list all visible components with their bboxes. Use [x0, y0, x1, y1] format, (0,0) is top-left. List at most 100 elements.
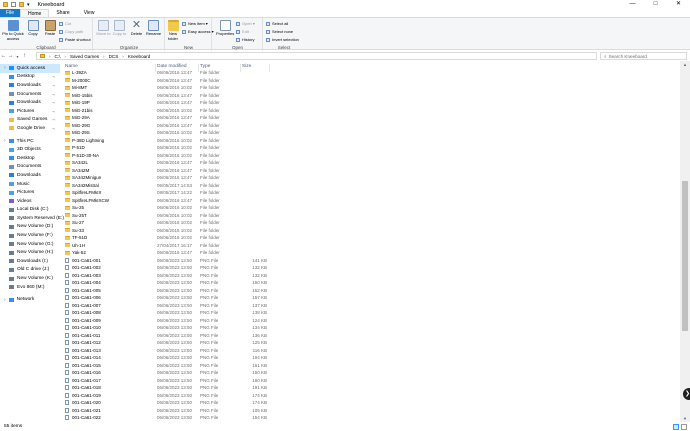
nav-item[interactable]: Downloads	[0, 171, 60, 180]
file-row[interactable]: 001-Ca61-012 06/06/2023 13:50 PNG File 125 …	[61, 339, 661, 347]
scroll-down-icon[interactable]: ▼	[680, 416, 690, 421]
paste-button[interactable]: Paste	[42, 20, 58, 37]
file-row[interactable]: MiG-21bis 06/06/2016 10:02 File folder	[61, 107, 661, 115]
up-arrow-icon[interactable]: ↑	[21, 53, 28, 59]
file-row[interactable]: 001-Ca61-010 06/06/2023 13:50 PNG File 134 …	[61, 324, 661, 332]
history-button[interactable]: History	[236, 37, 254, 42]
file-row[interactable]: 001-Ca61-003 06/06/2023 13:50 PNG File 132 …	[61, 272, 661, 280]
nav-item[interactable]: Downloads (I:)	[0, 257, 60, 266]
nav-item[interactable]: New Volume (K:)	[0, 274, 60, 283]
file-row[interactable]: 001-Ca61-005 06/06/2023 13:50 PNG File 152 …	[61, 287, 661, 295]
file-row[interactable]: 001-Ca61-017 06/06/2023 13:50 PNG File 160 …	[61, 377, 661, 385]
breadcrumb-separator-icon[interactable]: ›	[49, 54, 51, 59]
nav-item[interactable]: New Volume (F:)	[0, 231, 60, 240]
file-row[interactable]: 001-Ca61-016 06/06/2023 13:50 PNG File 150 …	[61, 369, 661, 377]
breadcrumb-separator-icon[interactable]: ›	[103, 54, 105, 59]
rename-button[interactable]: Rename	[145, 20, 162, 37]
nav-item[interactable]: 3D Objects	[0, 145, 60, 154]
breadcrumb-c[interactable]: C:\	[55, 54, 61, 59]
new-folder-icon[interactable]	[19, 2, 24, 7]
tab-view[interactable]: View	[77, 9, 102, 17]
move-to-button[interactable]: Move to	[96, 20, 111, 37]
open-button[interactable]: Open ▾	[236, 21, 255, 26]
invert-selection-button[interactable]: Invert selection	[266, 37, 299, 42]
nav-item[interactable]: Local Disk (C:)	[0, 206, 60, 215]
file-row[interactable]: SA342Minigun 06/06/2016 13:47 File folder	[61, 174, 661, 182]
forward-arrow-icon[interactable]: →	[7, 53, 14, 59]
new-folder-button[interactable]: New folder	[166, 20, 180, 41]
easy-access-button[interactable]: Easy access ▾	[182, 29, 214, 34]
nav-item[interactable]: Downloads ⊸	[0, 81, 60, 90]
file-row[interactable]: P-51D 06/06/2016 10:02 File folder	[61, 144, 661, 152]
file-row[interactable]: 001-Ca61-022 06/06/2023 13:50 PNG File 154 …	[61, 414, 661, 422]
new-item-button[interactable]: New item ▾	[182, 21, 208, 26]
file-row[interactable]: 001-Ca61-007 06/06/2023 13:50 PNG File 137 …	[61, 302, 661, 310]
file-row[interactable]: 001-Ca61-002 06/06/2023 13:50 PNG File 132 …	[61, 264, 661, 272]
nav-item[interactable]: Old C drive (J:)	[0, 266, 60, 275]
properties-button[interactable]: Properties	[216, 20, 234, 37]
file-row[interactable]: Su-25 06/06/2016 10:02 File folder	[61, 204, 661, 212]
file-row[interactable]: Su-25T 06/06/2016 10:02 File folder	[61, 212, 661, 220]
nav-item[interactable]: New Volume (D:)	[0, 223, 60, 232]
file-row[interactable]: 001-Ca61-013 06/06/2023 13:50 PNG File 116 …	[61, 347, 661, 355]
expand-chevron-icon[interactable]: ›	[4, 138, 6, 144]
file-row[interactable]: 001-Ca61-009 06/06/2023 13:50 PNG File 124 …	[61, 317, 661, 325]
address-bar[interactable]: › C:\ › Saved Games › DCS › Kneeboard	[36, 52, 597, 60]
file-row[interactable]: SA342L 06/06/2016 13:47 File folder	[61, 159, 661, 167]
recent-locations-icon[interactable]: ▾	[14, 54, 21, 59]
edit-button[interactable]: Edit	[236, 29, 249, 34]
file-row[interactable]: P-51D-30-NA 06/06/2016 10:02 File folder	[61, 152, 661, 160]
nav-item[interactable]: › Network	[0, 295, 60, 304]
nav-item[interactable]: Music	[0, 180, 60, 189]
file-row[interactable]: MiG-29G 06/06/2016 13:47 File folder	[61, 122, 661, 130]
nav-item[interactable]: Pictures	[0, 188, 60, 197]
file-row[interactable]: Mi-8MT 06/06/2016 10:02 File folder	[61, 84, 661, 92]
file-row[interactable]: M-2000C 06/06/2016 13:47 File folder	[61, 77, 661, 85]
search-box[interactable]: ⌕ Search Kneeboard	[600, 52, 687, 60]
expand-chevron-icon[interactable]: ›	[4, 65, 6, 71]
file-row[interactable]: 001-Ca61-019 06/06/2023 13:50 PNG File 174 …	[61, 392, 661, 400]
nav-item[interactable]: Saved Games ⊸	[0, 116, 60, 125]
copy-to-button[interactable]: Copy to	[112, 20, 127, 37]
file-row[interactable]: Yak-52 06/06/2016 13:47 File folder	[61, 249, 661, 257]
paste-shortcut-button[interactable]: Paste shortcut	[59, 37, 91, 42]
file-row[interactable]: L-39ZA 06/06/2016 13:47 File folder	[61, 69, 661, 77]
minimize-button[interactable]: —	[621, 0, 644, 9]
file-row[interactable]: Su-33 06/06/2016 10:02 File folder	[61, 227, 661, 235]
file-row[interactable]: 001-Ca61-021 06/06/2023 13:50 PNG File 105 …	[61, 407, 661, 415]
file-row[interactable]: MiG-15bis 06/06/2016 13:47 File folder	[61, 92, 661, 100]
maximize-button[interactable]: □	[644, 0, 667, 9]
nav-item[interactable]: Pictures ⊸	[0, 107, 60, 116]
file-row[interactable]: 001-Ca61-018 06/06/2023 13:50 PNG File 191 …	[61, 384, 661, 392]
close-button[interactable]: ✕	[667, 0, 690, 9]
nav-item[interactable]: Documents	[0, 163, 60, 172]
file-row[interactable]: SpitfireLFMkIX 08/05/2017 14:22 File folde…	[61, 189, 661, 197]
file-row[interactable]: P-38D Lightning 06/06/2016 10:02 File fold…	[61, 137, 661, 145]
file-row[interactable]: 001-Ca61-006 06/06/2023 13:50 PNG File 157 …	[61, 294, 661, 302]
file-row[interactable]: 001-Ca61-011 06/06/2023 13:50 PNG File 136 …	[61, 332, 661, 340]
file-row[interactable]: MiG-29S 06/06/2016 10:02 File folder	[61, 129, 661, 137]
breadcrumb-separator-icon[interactable]: ›	[122, 54, 124, 59]
file-row[interactable]: Uh-1H 27/04/2017 16:17 File folder	[61, 242, 661, 250]
pin-quick-access-button[interactable]: Pin to Quick access	[2, 20, 24, 41]
tab-file[interactable]: File	[0, 9, 20, 17]
copy-path-button[interactable]: Copy path	[59, 29, 83, 34]
file-row[interactable]: Su-27 06/06/2016 10:02 File folder	[61, 219, 661, 227]
scrollbar-thumb[interactable]	[682, 181, 688, 331]
nav-item[interactable]: New Volume (H:)	[0, 248, 60, 257]
file-row[interactable]: TF-51D 06/06/2016 10:02 File folder	[61, 234, 661, 242]
details-view-icon[interactable]	[673, 423, 679, 430]
customize-qat-icon[interactable]: ▾	[27, 2, 30, 8]
nav-item[interactable]: Google Drive ⊸	[0, 124, 60, 133]
file-row[interactable]: MiG-29A 06/06/2016 13:47 File folder	[61, 114, 661, 122]
breadcrumb-separator-icon[interactable]: ›	[64, 54, 66, 59]
properties-icon[interactable]	[11, 2, 16, 7]
scroll-up-icon[interactable]: ▲	[680, 62, 690, 67]
file-row[interactable]: 001-Ca61-001 06/06/2023 13:50 PNG File 141 …	[61, 257, 661, 265]
file-row[interactable]: 001-Ca61-004 06/06/2023 13:50 PNG File 150 …	[61, 279, 661, 287]
nav-item[interactable]: System Reserved (E:)	[0, 214, 64, 223]
breadcrumb-saved-games[interactable]: Saved Games	[70, 54, 99, 59]
breadcrumb-dcs[interactable]: DCS	[109, 54, 119, 59]
select-all-button[interactable]: Select all	[266, 21, 288, 26]
file-row[interactable]: SpitfireLFMkIXCW 06/06/2016 13:47 File fol…	[61, 197, 661, 205]
